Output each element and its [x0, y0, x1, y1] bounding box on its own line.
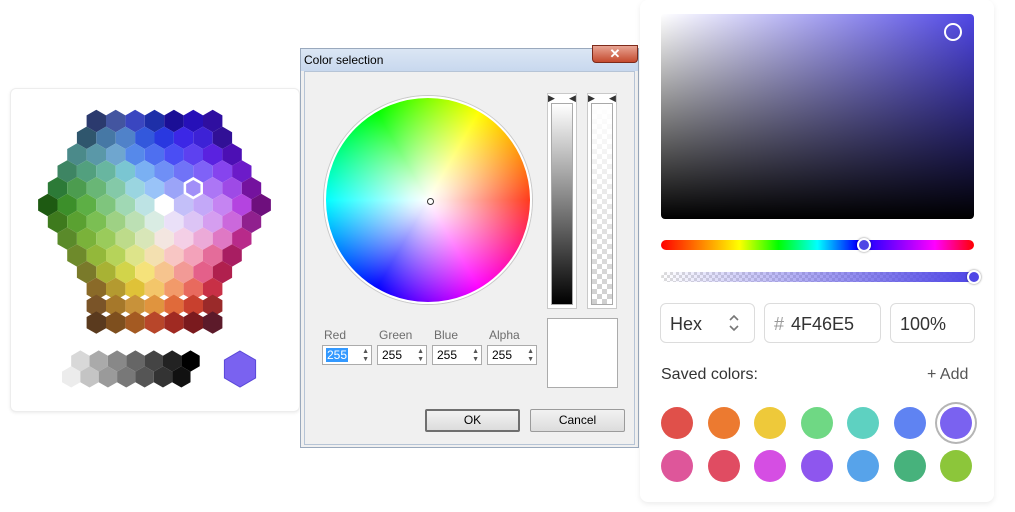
- palette-hex-cell[interactable]: [125, 311, 145, 334]
- opacity-slider-handle[interactable]: [967, 270, 981, 284]
- wheel-cursor[interactable]: [427, 198, 434, 205]
- opacity-input[interactable]: 100%: [890, 303, 975, 343]
- spin-down-icon[interactable]: ▼: [362, 356, 369, 363]
- alpha-value[interactable]: 255: [491, 348, 513, 362]
- saved-color-swatch[interactable]: [754, 407, 786, 439]
- green-label: Green: [379, 328, 413, 342]
- spin-down-icon[interactable]: ▼: [472, 356, 479, 363]
- palette-hex-cell[interactable]: [203, 311, 223, 334]
- opacity-slider[interactable]: [661, 272, 974, 282]
- green-spinbox[interactable]: 255 ▲ ▼: [377, 345, 427, 365]
- spin-up-icon[interactable]: ▲: [472, 348, 479, 355]
- palette-hex-cell[interactable]: [164, 311, 184, 334]
- saved-color-swatch[interactable]: [940, 407, 972, 439]
- saved-color-swatch[interactable]: [754, 450, 786, 482]
- saved-color-swatch[interactable]: [893, 450, 926, 482]
- spin-down-icon[interactable]: ▼: [417, 356, 424, 363]
- saved-color-swatch[interactable]: [661, 407, 693, 439]
- saved-color-swatch[interactable]: [800, 450, 833, 482]
- blue-label: Blue: [434, 328, 459, 342]
- ok-button[interactable]: OK: [425, 409, 520, 432]
- opacity-value[interactable]: 100%: [900, 314, 946, 335]
- hex-input[interactable]: # 4F46E5: [764, 303, 881, 343]
- dialog-title: Color selection: [304, 53, 384, 67]
- saved-color-swatch[interactable]: [800, 407, 833, 439]
- saved-colors-label: Saved colors:: [661, 366, 758, 383]
- saturation-value-handle[interactable]: [944, 23, 962, 41]
- dialog-titlebar: Color selection ✕: [301, 45, 638, 71]
- palette-hex-cell[interactable]: [86, 311, 106, 334]
- add-color-button[interactable]: + Add: [927, 366, 968, 384]
- saturation-value-area[interactable]: [661, 14, 974, 219]
- saved-color-swatch[interactable]: [940, 450, 972, 482]
- alpha-slider[interactable]: [591, 103, 613, 305]
- saved-color-swatch[interactable]: [847, 450, 879, 482]
- value-slider[interactable]: [551, 103, 573, 305]
- spin-up-icon[interactable]: ▲: [417, 348, 424, 355]
- hex-prefix: #: [774, 314, 785, 334]
- saved-color-swatch[interactable]: [893, 407, 926, 439]
- red-label: Red: [324, 328, 347, 342]
- alpha-spinbox[interactable]: 255 ▲ ▼: [487, 345, 537, 365]
- spin-up-icon[interactable]: ▲: [362, 348, 369, 355]
- chevron-up-down-icon: [729, 314, 739, 332]
- green-value[interactable]: 255: [381, 348, 403, 362]
- saved-color-swatch[interactable]: [707, 407, 740, 439]
- hex-color-picker: [10, 88, 300, 412]
- saved-color-swatch[interactable]: [847, 407, 879, 439]
- cancel-button[interactable]: Cancel: [530, 409, 625, 432]
- hex-value[interactable]: 4F46E5: [791, 314, 854, 335]
- color-preview: [547, 318, 618, 388]
- format-select-value: Hex: [670, 314, 703, 334]
- palette-hex-cell[interactable]: [183, 311, 203, 334]
- hue-slider[interactable]: [661, 240, 974, 250]
- blue-spinbox[interactable]: 255 ▲ ▼: [432, 345, 482, 365]
- saved-color-swatch[interactable]: [707, 450, 740, 482]
- spin-down-icon[interactable]: ▼: [527, 356, 534, 363]
- spin-up-icon[interactable]: ▲: [527, 348, 534, 355]
- format-select[interactable]: Hex: [660, 303, 755, 343]
- palette-hex-cell[interactable]: [106, 311, 126, 334]
- blue-value[interactable]: 255: [436, 348, 458, 362]
- alpha-label: Alpha: [489, 328, 520, 342]
- red-value[interactable]: 255: [326, 348, 349, 362]
- palette-hex-cell[interactable]: [144, 311, 165, 334]
- hex-palette: [38, 109, 271, 388]
- red-spinbox[interactable]: 255 ▲ ▼: [322, 345, 372, 365]
- close-icon[interactable]: ✕: [592, 45, 638, 63]
- saved-color-swatch[interactable]: [661, 450, 693, 482]
- current-color-hex: [223, 350, 257, 388]
